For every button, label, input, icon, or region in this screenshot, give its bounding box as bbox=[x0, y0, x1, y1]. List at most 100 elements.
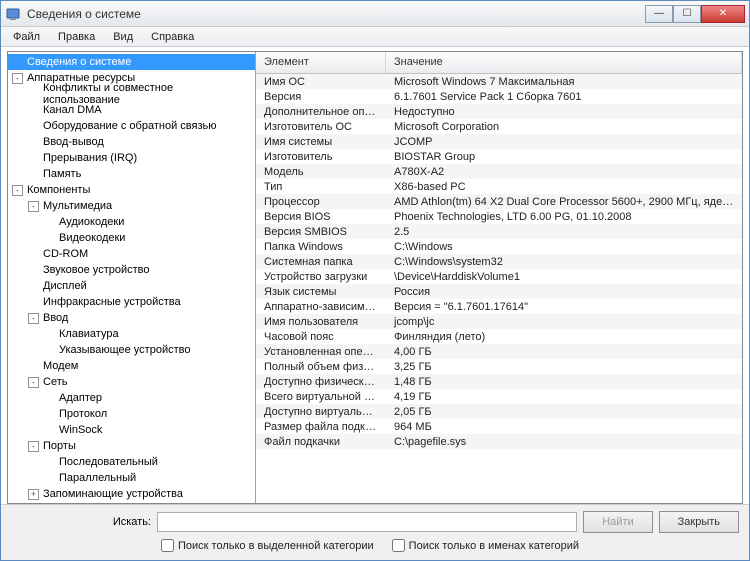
list-row[interactable]: Версия6.1.7601 Service Pack 1 Сборка 760… bbox=[256, 89, 742, 104]
titlebar[interactable]: Сведения о системе — ☐ ✕ bbox=[1, 1, 749, 27]
tree-item[interactable]: Дисплей bbox=[8, 278, 255, 294]
list-row[interactable]: Имя пользователяjcomp\jc bbox=[256, 314, 742, 329]
minimize-button[interactable]: — bbox=[645, 5, 673, 23]
tree-item[interactable]: Оборудование с обратной связью bbox=[8, 118, 255, 134]
tree-indent bbox=[44, 345, 55, 356]
tree-item[interactable]: Память bbox=[8, 166, 255, 182]
menu-file[interactable]: Файл bbox=[5, 29, 48, 45]
tree-item-label: Модем bbox=[43, 360, 78, 372]
list-row[interactable]: Доступно виртуальной памяти2,05 ГБ bbox=[256, 404, 742, 419]
tree-indent bbox=[28, 249, 39, 260]
close-window-button[interactable]: ✕ bbox=[701, 5, 745, 23]
maximize-button[interactable]: ☐ bbox=[673, 5, 701, 23]
list-row[interactable]: ТипX86-based PC bbox=[256, 179, 742, 194]
tree-item[interactable]: Сведения о системе bbox=[8, 54, 255, 70]
tree-item[interactable]: Конфликты и совместное использование bbox=[8, 86, 255, 102]
tree-item[interactable]: Инфракрасные устройства bbox=[8, 294, 255, 310]
cell-value: Россия bbox=[386, 286, 742, 298]
list-row[interactable]: Язык системыРоссия bbox=[256, 284, 742, 299]
cell-element: Язык системы bbox=[256, 286, 386, 298]
list-row[interactable]: Полный объем физической па...3,25 ГБ bbox=[256, 359, 742, 374]
list-row[interactable]: Файл подкачкиC:\pagefile.sys bbox=[256, 434, 742, 449]
tree-item[interactable]: Клавиатура bbox=[8, 326, 255, 342]
list-row[interactable]: Установленная оперативная п...4,00 ГБ bbox=[256, 344, 742, 359]
tree-item[interactable]: -Порты bbox=[8, 438, 255, 454]
cell-element: Дополнительное описание ОС bbox=[256, 106, 386, 118]
search-category-names-checkbox[interactable]: Поиск только в именах категорий bbox=[392, 539, 579, 552]
tree-item[interactable]: Адаптер bbox=[8, 390, 255, 406]
collapse-icon[interactable]: - bbox=[28, 377, 39, 388]
tree-item[interactable]: Указывающее устройство bbox=[8, 342, 255, 358]
menu-help[interactable]: Справка bbox=[143, 29, 202, 45]
list-row[interactable]: МодельA780X-A2 bbox=[256, 164, 742, 179]
list-row[interactable]: Версия BIOSPhoenix Technologies, LTD 6.0… bbox=[256, 209, 742, 224]
tree-item[interactable]: Параллельный bbox=[8, 470, 255, 486]
list-row[interactable]: Системная папкаC:\Windows\system32 bbox=[256, 254, 742, 269]
tree-item[interactable]: -Компоненты bbox=[8, 182, 255, 198]
collapse-icon[interactable]: - bbox=[28, 201, 39, 212]
tree-item[interactable]: Аудиокодеки bbox=[8, 214, 255, 230]
tree-item[interactable]: Протокол bbox=[8, 406, 255, 422]
tree-item[interactable]: Последовательный bbox=[8, 454, 255, 470]
find-button[interactable]: Найти bbox=[583, 511, 652, 533]
tree-item[interactable]: CD-ROM bbox=[8, 246, 255, 262]
column-element[interactable]: Элемент bbox=[256, 52, 386, 73]
list-row[interactable]: Папка WindowsC:\Windows bbox=[256, 239, 742, 254]
list-row[interactable]: Версия SMBIOS2.5 bbox=[256, 224, 742, 239]
tree-item[interactable]: Прерывания (IRQ) bbox=[8, 150, 255, 166]
tree-item-label: Порты bbox=[43, 440, 76, 452]
tree-item[interactable]: Модем bbox=[8, 358, 255, 374]
search-input[interactable] bbox=[157, 512, 577, 532]
tree-item[interactable]: Видеокодеки bbox=[8, 230, 255, 246]
collapse-icon[interactable]: - bbox=[12, 185, 23, 196]
list-row[interactable]: Аппаратно-зависимый уровен...Версия = "6… bbox=[256, 299, 742, 314]
list-row[interactable]: Имя ОСMicrosoft Windows 7 Максимальная bbox=[256, 74, 742, 89]
list-row[interactable]: Дополнительное описание ОСНедоступно bbox=[256, 104, 742, 119]
tree-item[interactable]: -Мультимедиа bbox=[8, 198, 255, 214]
menu-edit[interactable]: Правка bbox=[50, 29, 103, 45]
list-row[interactable]: Размер файла подкачки964 МБ bbox=[256, 419, 742, 434]
list-row[interactable]: Часовой поясФинляндия (лето) bbox=[256, 329, 742, 344]
tree-item[interactable]: -Ввод bbox=[8, 310, 255, 326]
list-body: Имя ОСMicrosoft Windows 7 МаксимальнаяВе… bbox=[256, 74, 742, 449]
list-row[interactable]: ИзготовительBIOSTAR Group bbox=[256, 149, 742, 164]
collapse-icon[interactable]: - bbox=[28, 313, 39, 324]
tree-item-label: Звуковое устройство bbox=[43, 264, 149, 276]
cell-value: C:\Windows bbox=[386, 241, 742, 253]
collapse-icon[interactable]: - bbox=[12, 73, 23, 84]
tree-item-label: Адаптер bbox=[59, 392, 102, 404]
collapse-icon[interactable]: - bbox=[28, 441, 39, 452]
list-row[interactable]: Изготовитель ОСMicrosoft Corporation bbox=[256, 119, 742, 134]
menu-view[interactable]: Вид bbox=[105, 29, 141, 45]
close-button[interactable]: Закрыть bbox=[659, 511, 739, 533]
list-row[interactable]: Доступно физической памяти1,48 ГБ bbox=[256, 374, 742, 389]
tree-pane[interactable]: Сведения о системе-Аппаратные ресурсыКон… bbox=[8, 52, 256, 503]
details-pane[interactable]: Элемент Значение Имя ОСMicrosoft Windows… bbox=[256, 52, 742, 503]
checkbox-icon[interactable] bbox=[161, 539, 174, 552]
expand-icon[interactable]: + bbox=[28, 489, 39, 500]
tree-indent bbox=[28, 89, 39, 100]
search-selected-category-checkbox[interactable]: Поиск только в выделенной категории bbox=[161, 539, 374, 552]
column-value[interactable]: Значение bbox=[386, 52, 742, 73]
cell-value: X86-based PC bbox=[386, 181, 742, 193]
list-row[interactable]: Имя системыJCOMP bbox=[256, 134, 742, 149]
tree-indent bbox=[28, 137, 39, 148]
cell-element: Системная папка bbox=[256, 256, 386, 268]
tree-indent bbox=[44, 217, 55, 228]
tree-item-label: Оборудование с обратной связью bbox=[43, 120, 216, 132]
tree-item[interactable]: +Запоминающие устройства bbox=[8, 486, 255, 502]
tree-item[interactable]: -Сеть bbox=[8, 374, 255, 390]
cell-value: 964 МБ bbox=[386, 421, 742, 433]
list-row[interactable]: Устройство загрузки\Device\HarddiskVolum… bbox=[256, 269, 742, 284]
main-window: Сведения о системе — ☐ ✕ Файл Правка Вид… bbox=[0, 0, 750, 561]
list-row[interactable]: Всего виртуальной памяти4,19 ГБ bbox=[256, 389, 742, 404]
tree-item[interactable]: Печать bbox=[8, 502, 255, 503]
checkbox-icon[interactable] bbox=[392, 539, 405, 552]
tree-item[interactable]: Ввод-вывод bbox=[8, 134, 255, 150]
list-row[interactable]: ПроцессорAMD Athlon(tm) 64 X2 Dual Core … bbox=[256, 194, 742, 209]
tree-item[interactable]: Звуковое устройство bbox=[8, 262, 255, 278]
tree-item[interactable]: WinSock bbox=[8, 422, 255, 438]
cell-value: Microsoft Windows 7 Максимальная bbox=[386, 76, 742, 88]
cell-value: 3,25 ГБ bbox=[386, 361, 742, 373]
cell-value: 2.5 bbox=[386, 226, 742, 238]
